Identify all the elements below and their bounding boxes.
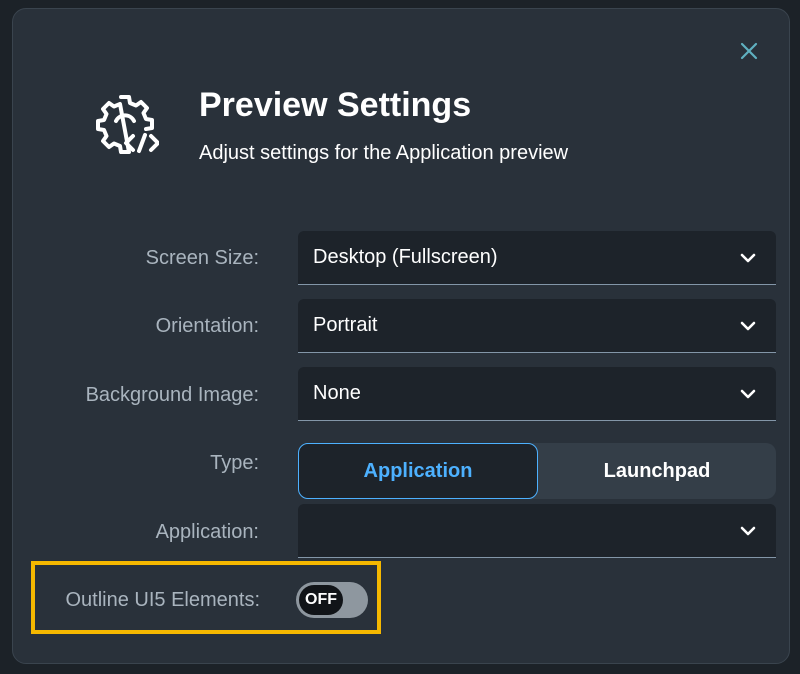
screen-size-label: Screen Size: — [145, 247, 259, 269]
orientation-select[interactable]: Portrait — [298, 299, 776, 353]
type-segmented-control: Application Launchpad — [298, 443, 776, 499]
background-image-select[interactable]: None — [298, 367, 776, 421]
close-button[interactable] — [735, 37, 763, 65]
background-image-label: Background Image: — [85, 384, 259, 406]
dialog-subtitle: Adjust settings for the Application prev… — [199, 142, 569, 164]
chevron-down-icon — [740, 526, 756, 535]
toggle-knob: OFF — [299, 585, 343, 615]
application-select[interactable] — [298, 504, 776, 558]
type-label: Type: — [210, 452, 259, 474]
close-icon — [740, 42, 758, 60]
type-option-application[interactable]: Application — [298, 443, 538, 499]
screen-size-select[interactable]: Desktop (Fullscreen) — [298, 231, 776, 285]
orientation-label: Orientation: — [155, 315, 259, 337]
chevron-down-icon — [740, 321, 756, 330]
type-option-launchpad[interactable]: Launchpad — [538, 443, 776, 499]
outline-ui5-toggle[interactable]: OFF — [296, 582, 368, 618]
gear-code-icon — [96, 95, 159, 154]
orientation-value: Portrait — [313, 314, 378, 336]
chevron-down-icon — [740, 253, 756, 262]
background-image-value: None — [313, 382, 361, 404]
screen-size-value: Desktop (Fullscreen) — [313, 246, 498, 268]
outline-ui5-label: Outline UI5 Elements: — [65, 589, 260, 611]
dialog-title: Preview Settings — [199, 86, 472, 124]
application-label: Application: — [155, 521, 259, 543]
chevron-down-icon — [740, 389, 756, 398]
